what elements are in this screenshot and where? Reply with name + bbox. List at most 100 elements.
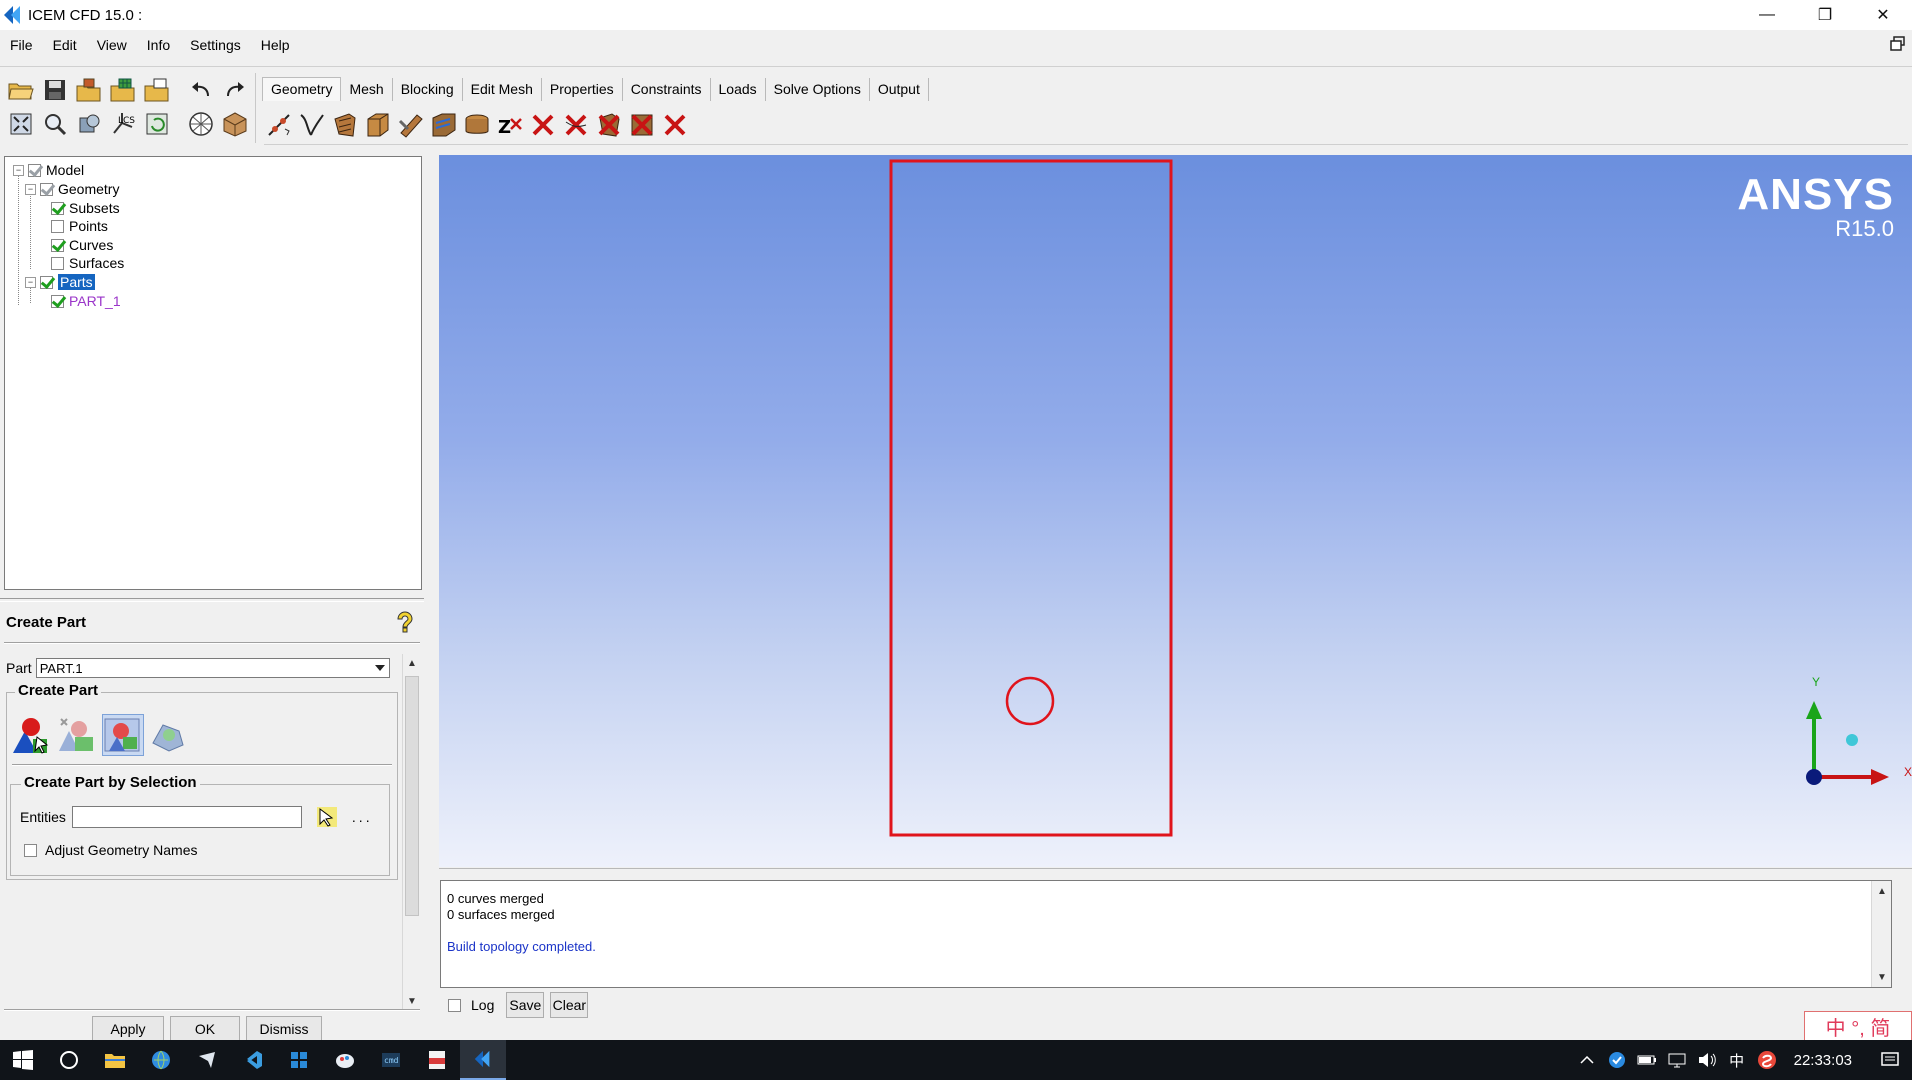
open-folder-icon[interactable] [6, 76, 36, 104]
create-surface-icon[interactable] [330, 111, 360, 139]
save-log-button[interactable]: Save [506, 992, 545, 1018]
restore-panels-icon[interactable] [1890, 36, 1906, 52]
tab-blocking[interactable]: Blocking [393, 78, 463, 101]
undo-icon[interactable] [186, 76, 216, 104]
terminal-icon[interactable]: cmd [368, 1040, 414, 1080]
create-part-by-region-icon[interactable] [148, 714, 190, 756]
tab-edit-mesh[interactable]: Edit Mesh [463, 78, 542, 101]
paint-icon[interactable] [322, 1040, 368, 1080]
log-checkbox[interactable] [448, 998, 461, 1012]
restore-dormant-icon[interactable]: Z [495, 111, 525, 139]
steam-icon[interactable] [184, 1040, 230, 1080]
select-cursor-icon[interactable] [316, 806, 338, 828]
adjust-geometry-row[interactable]: Adjust Geometry Names [24, 842, 198, 858]
transform-icon[interactable] [462, 111, 492, 139]
icem-taskbar-icon[interactable] [460, 1040, 506, 1080]
geometry-checkbox[interactable] [40, 182, 53, 196]
redo-icon[interactable] [220, 76, 250, 104]
collapse-icon[interactable]: − [13, 164, 24, 176]
part-select[interactable]: PART.1 [35, 658, 390, 678]
apply-button[interactable]: Apply [92, 1016, 164, 1042]
chevron-up-icon[interactable] [1572, 1040, 1602, 1080]
ok-button[interactable]: OK [170, 1016, 240, 1042]
tree-node-model[interactable]: − Model [13, 161, 84, 179]
tree-node-points[interactable]: Points [47, 217, 108, 235]
file-explorer-icon[interactable] [92, 1040, 138, 1080]
tree-node-curves[interactable]: Curves [47, 236, 113, 254]
clock[interactable]: 22:33:03 [1782, 1052, 1868, 1069]
pdf-reader-icon[interactable] [414, 1040, 460, 1080]
tab-output[interactable]: Output [870, 78, 929, 101]
create-part-by-element-icon[interactable] [56, 714, 98, 756]
create-part-by-selection-icon[interactable] [10, 714, 52, 756]
ime-toolbar[interactable]: 中 °, 简 [1804, 1011, 1912, 1041]
scrollbar-thumb[interactable] [405, 676, 419, 916]
menu-help[interactable]: Help [251, 37, 300, 53]
delete-any-icon[interactable] [660, 111, 690, 139]
close-button[interactable]: ✕ [1854, 0, 1912, 30]
search-icon[interactable] [46, 1040, 92, 1080]
help-icon[interactable] [396, 610, 414, 634]
solid-icon[interactable] [220, 110, 250, 138]
delete-point-icon[interactable] [528, 111, 558, 139]
restore-button[interactable]: ❐ [1796, 0, 1854, 30]
collapse-icon[interactable]: − [25, 183, 36, 195]
menu-edit[interactable]: Edit [43, 37, 87, 53]
part1-checkbox[interactable] [51, 294, 64, 308]
entities-input[interactable] [71, 806, 302, 828]
rectangle-curve[interactable] [889, 159, 1173, 837]
fit-window-icon[interactable] [6, 110, 36, 138]
volume-icon[interactable] [1692, 1040, 1722, 1080]
scroll-up-icon[interactable]: ▲ [403, 654, 421, 672]
minimize-button[interactable]: — [1738, 0, 1796, 30]
battery-icon[interactable] [1632, 1040, 1662, 1080]
view-options-icon[interactable] [74, 110, 104, 138]
open-blocking-icon[interactable] [142, 76, 172, 104]
tree-node-part1[interactable]: PART_1 [47, 292, 121, 310]
tab-geometry[interactable]: Geometry [262, 77, 342, 101]
message-scrollbar[interactable]: ▲ ▼ [1871, 881, 1891, 987]
browser-icon[interactable] [138, 1040, 184, 1080]
notifications-icon[interactable] [1868, 1040, 1912, 1080]
subsets-checkbox[interactable] [51, 201, 64, 215]
panel-splitter[interactable] [0, 598, 424, 602]
create-body-icon[interactable] [363, 111, 393, 139]
delete-body-icon[interactable] [627, 111, 657, 139]
open-mesh-icon[interactable] [108, 76, 138, 104]
tab-mesh[interactable]: Mesh [341, 78, 393, 101]
tab-loads[interactable]: Loads [711, 78, 766, 101]
menu-view[interactable]: View [87, 37, 137, 53]
delete-curve-icon[interactable] [561, 111, 591, 139]
tree-node-subsets[interactable]: Subsets [47, 199, 120, 217]
save-icon[interactable] [40, 76, 70, 104]
coordinate-system-icon[interactable]: LCS [108, 110, 138, 138]
tree-node-surfaces[interactable]: Surfaces [47, 254, 124, 272]
model-checkbox[interactable] [28, 163, 41, 177]
curves-checkbox[interactable] [51, 238, 64, 252]
viewport-splitter[interactable] [439, 868, 1912, 876]
zoom-box-icon[interactable] [40, 110, 70, 138]
scroll-down-icon[interactable]: ▼ [1872, 967, 1892, 987]
open-geometry-icon[interactable] [74, 76, 104, 104]
scroll-down-icon[interactable]: ▼ [403, 992, 421, 1010]
collapse-icon[interactable]: − [25, 276, 36, 288]
scroll-up-icon[interactable]: ▲ [1872, 881, 1892, 901]
points-checkbox[interactable] [51, 219, 64, 233]
more-options-button[interactable]: ... [352, 809, 373, 825]
surfaces-checkbox[interactable] [51, 256, 64, 270]
start-windows-icon[interactable] [0, 1040, 46, 1080]
dismiss-button[interactable]: Dismiss [246, 1016, 322, 1042]
parts-checkbox[interactable] [40, 275, 53, 289]
chevron-down-icon[interactable] [372, 660, 388, 676]
clear-log-button[interactable]: Clear [550, 992, 589, 1018]
security-app-icon[interactable] [1602, 1040, 1632, 1080]
menu-info[interactable]: Info [137, 37, 180, 53]
repair-geometry-icon[interactable] [396, 111, 426, 139]
network-icon[interactable] [1662, 1040, 1692, 1080]
adjust-geometry-checkbox[interactable] [24, 843, 37, 857]
menu-file[interactable]: File [0, 37, 43, 53]
menu-settings[interactable]: Settings [180, 37, 251, 53]
create-point-icon[interactable] [264, 111, 294, 139]
delete-surface-icon[interactable] [594, 111, 624, 139]
tab-solve-options[interactable]: Solve Options [766, 78, 870, 101]
